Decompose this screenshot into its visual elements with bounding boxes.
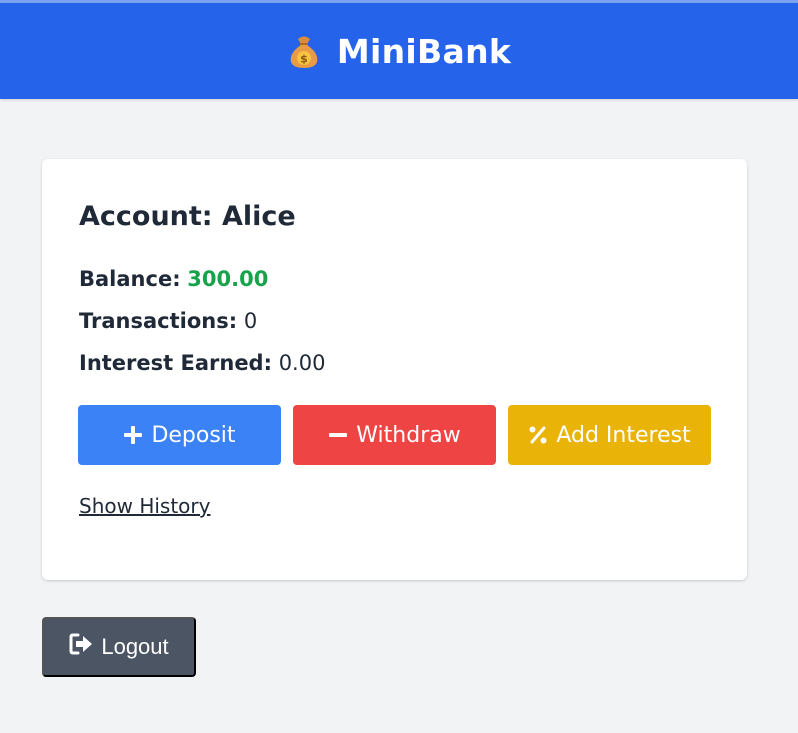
interest-label: Interest Earned: [79,351,272,375]
svg-text:$: $ [300,53,308,66]
app-title: MiniBank [336,31,512,71]
balance-label: Balance: [79,267,181,291]
minus-icon [328,425,348,445]
deposit-button[interactable]: Deposit [78,405,281,465]
transactions-value: 0 [243,309,258,333]
interest-row: Interest Earned: 0.00 [79,351,325,375]
money-bag-icon: $ [287,33,321,69]
interest-value: 0.00 [278,351,326,375]
transactions-row: Transactions: 0 [79,309,257,333]
plus-icon [123,425,143,445]
brand: $ MiniBank [287,32,511,71]
account-card: Account: Alice Balance: 300.00 Transacti… [42,159,747,580]
add-interest-label: Add Interest [556,422,691,448]
show-history-link[interactable]: Show History [79,494,210,518]
logout-label: Logout [101,634,169,659]
account-title: Account: Alice [79,201,296,232]
logout-button[interactable]: Logout [42,617,196,677]
balance-row: Balance: 300.00 [79,267,268,291]
deposit-label: Deposit [151,422,236,448]
withdraw-label: Withdraw [356,422,461,448]
withdraw-button[interactable]: Withdraw [293,405,496,465]
app-header: $ MiniBank [0,0,798,99]
balance-value: 300.00 [187,267,269,291]
add-interest-button[interactable]: Add Interest [508,405,711,465]
percent-icon [528,425,548,445]
transactions-label: Transactions: [79,309,238,333]
sign-out-icon [69,633,93,661]
